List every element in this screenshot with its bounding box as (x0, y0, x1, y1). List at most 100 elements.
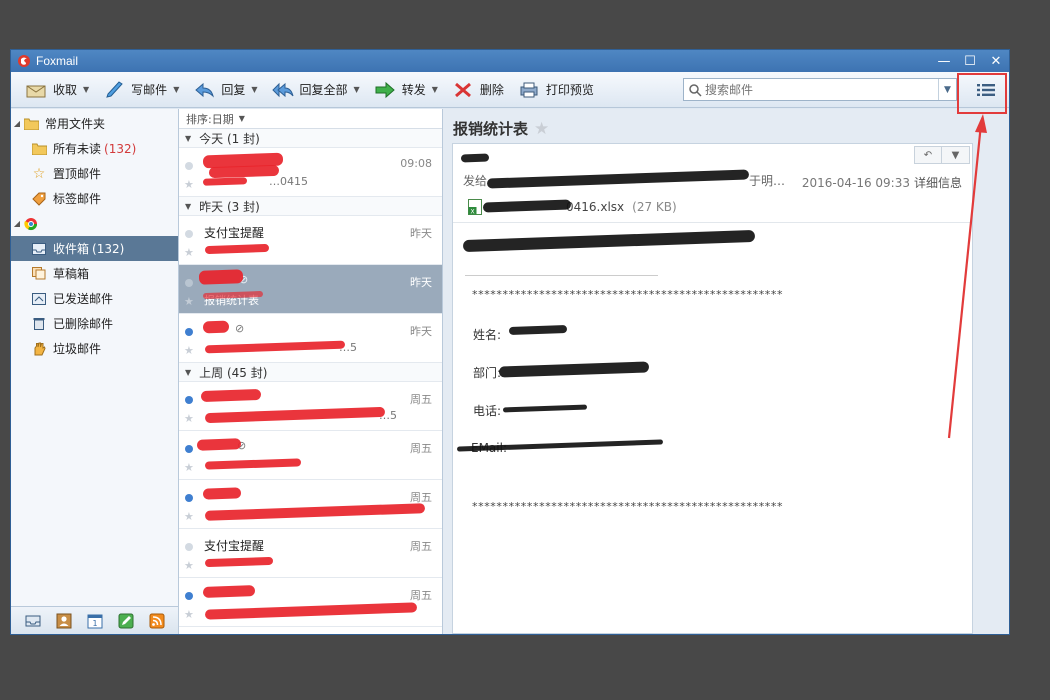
delete-x-icon (454, 82, 471, 97)
folder-sidebar: ◢ 常用文件夹 所有未读 (132) ☆ 置顶邮件 标签邮件 ◢ 收件箱 (13… (11, 109, 179, 634)
star-icon[interactable]: ★ (184, 178, 194, 191)
star-icon[interactable]: ★ (534, 119, 549, 139)
collapse-triangle-icon[interactable]: ◢ (11, 119, 23, 128)
chevron-down-icon[interactable]: ▼ (239, 114, 245, 123)
toolbar: 收取 ▼ 写邮件 ▼ 回复 ▼ 回复全部 ▼ 转发 ▼ 删除 打印预览 搜索邮件… (11, 72, 1009, 108)
list-item[interactable]: ★ ⊘ …5 昨天 (179, 314, 442, 363)
star-icon: ☆ (32, 165, 46, 182)
folder-pinned[interactable]: ☆ 置顶邮件 (11, 161, 178, 186)
search-options-chevron-icon[interactable]: ▼ (938, 79, 956, 100)
reply-button[interactable]: 回复 ▼ (193, 76, 258, 104)
redaction-scribble (460, 153, 490, 163)
search-box[interactable]: ▼ (683, 78, 957, 101)
chrome-account-icon (23, 217, 39, 231)
star-icon[interactable]: ★ (184, 344, 194, 357)
print-preview-button[interactable]: 打印预览 (518, 76, 594, 104)
read-status-dot (185, 279, 193, 287)
reply-arrow-icon[interactable]: ↶ (914, 146, 942, 164)
maximize-button[interactable]: ☐ (957, 50, 983, 72)
reply-all-arrow-icon (271, 82, 294, 97)
list-item[interactable]: ★ ⊘ 周五 (179, 431, 442, 480)
folder-all-unread[interactable]: 所有未读 (132) (11, 136, 178, 161)
dept-field: 部门: (473, 366, 502, 380)
chevron-down-icon[interactable]: ▼ (942, 146, 970, 164)
redaction-scribble (502, 404, 588, 413)
sidebar-footer: 1 (11, 606, 178, 634)
view-menu-button[interactable] (971, 78, 1001, 102)
notes-icon[interactable] (118, 613, 134, 629)
list-item[interactable]: ★ 周五 (179, 480, 442, 529)
folder-tagged[interactable]: 标签邮件 (11, 186, 178, 211)
calendar-icon[interactable]: 1 (87, 613, 103, 629)
compose-button[interactable]: 写邮件 ▼ (103, 76, 179, 104)
group-header-today[interactable]: ▼ 今天 (1 封) (179, 129, 442, 148)
receive-button[interactable]: 收取 ▼ (25, 76, 89, 104)
mail-content-card: ↶ ▼ 发给 于明… 2016-04-16 09:33 详细信息 X 0416.xl… (452, 143, 973, 634)
star-icon[interactable]: ★ (184, 295, 194, 308)
details-link[interactable]: 详细信息 (914, 176, 962, 190)
contacts-icon[interactable] (56, 613, 72, 629)
redaction-scribble (204, 503, 426, 521)
star-icon[interactable]: ★ (184, 510, 194, 523)
folder-junk[interactable]: 垃圾邮件 (11, 336, 178, 361)
redaction-scribble (498, 361, 650, 378)
chevron-down-icon[interactable]: ▼ (83, 85, 89, 94)
redaction-scribble (462, 229, 756, 253)
list-item[interactable]: ★ 周五 (179, 578, 442, 627)
list-item-selected[interactable]: ★ ⊘ 报销统计表 昨天 (179, 265, 442, 314)
mail-view-icon[interactable] (25, 613, 41, 629)
attachment-clip-icon: ⊘ (235, 322, 245, 335)
search-input[interactable] (705, 82, 938, 97)
list-item[interactable]: ★ …0415 09:08 (179, 148, 442, 197)
star-icon[interactable]: ★ (184, 559, 194, 572)
redaction-scribble (202, 585, 256, 598)
chevron-down-icon[interactable]: ▼ (432, 85, 438, 94)
redaction-scribble (204, 458, 302, 470)
account-row[interactable]: ◢ (11, 211, 178, 236)
group-header-last-week[interactable]: ▼ 上周 (45 封) (179, 363, 442, 382)
redaction-scribble (204, 556, 274, 568)
rss-icon[interactable] (149, 613, 165, 629)
list-item[interactable]: ★ 支付宝提醒 昨天 (179, 216, 442, 265)
chevron-down-icon[interactable]: ▼ (251, 85, 257, 94)
star-icon[interactable]: ★ (184, 246, 194, 259)
chevron-down-icon[interactable]: ▼ (354, 85, 360, 94)
name-field: 姓名: (473, 328, 502, 342)
collapse-triangle-icon[interactable]: ▼ (185, 202, 191, 211)
svg-text:1: 1 (92, 619, 97, 628)
junk-hand-icon (31, 342, 47, 356)
star-icon[interactable]: ★ (184, 412, 194, 425)
unread-status-dot (185, 494, 193, 502)
folder-inbox[interactable]: 收件箱 (132) (11, 236, 178, 261)
redaction-scribble (198, 269, 244, 285)
list-item[interactable]: ★ …5 周五 (179, 382, 442, 431)
collapse-triangle-icon[interactable]: ◢ (11, 219, 23, 228)
forward-arrow-icon (375, 81, 395, 98)
collapse-triangle-icon[interactable]: ▼ (185, 368, 191, 377)
collapse-triangle-icon[interactable]: ▼ (185, 134, 191, 143)
close-button[interactable]: ✕ (983, 50, 1009, 72)
list-item[interactable]: ★ 支付宝提醒 周五 (179, 529, 442, 578)
reply-all-button[interactable]: 回复全部 ▼ (271, 76, 360, 104)
redaction-scribble (202, 320, 230, 334)
folder-drafts[interactable]: 草稿箱 (11, 261, 178, 286)
folder-deleted[interactable]: 已删除邮件 (11, 311, 178, 336)
forward-button[interactable]: 转发 ▼ (374, 76, 438, 104)
folder-icon (31, 142, 47, 156)
window-title: Foxmail (36, 54, 79, 68)
star-icon[interactable]: ★ (184, 461, 194, 474)
star-icon[interactable]: ★ (184, 608, 194, 621)
sort-control[interactable]: 排序:日期 ▼ (179, 109, 442, 129)
chevron-down-icon[interactable]: ▼ (173, 85, 179, 94)
reading-pane: 报销统计表 ★ ↶ ▼ 发给 于明… 2016-04-16 09:33 详细信息 X (443, 109, 1009, 634)
phone-field: 电话: (473, 404, 502, 418)
folder-sent[interactable]: 已发送邮件 (11, 286, 178, 311)
folder-common[interactable]: ◢ 常用文件夹 (11, 111, 178, 136)
delete-button[interactable]: 删除 (452, 76, 504, 104)
group-header-yesterday[interactable]: ▼ 昨天 (3 封) (179, 197, 442, 216)
minimize-button[interactable]: — (931, 50, 957, 72)
read-status-dot (185, 230, 193, 238)
redaction-scribble (200, 388, 262, 403)
title-bar: Foxmail — ☐ ✕ (11, 50, 1009, 72)
read-status-dot (185, 162, 193, 170)
